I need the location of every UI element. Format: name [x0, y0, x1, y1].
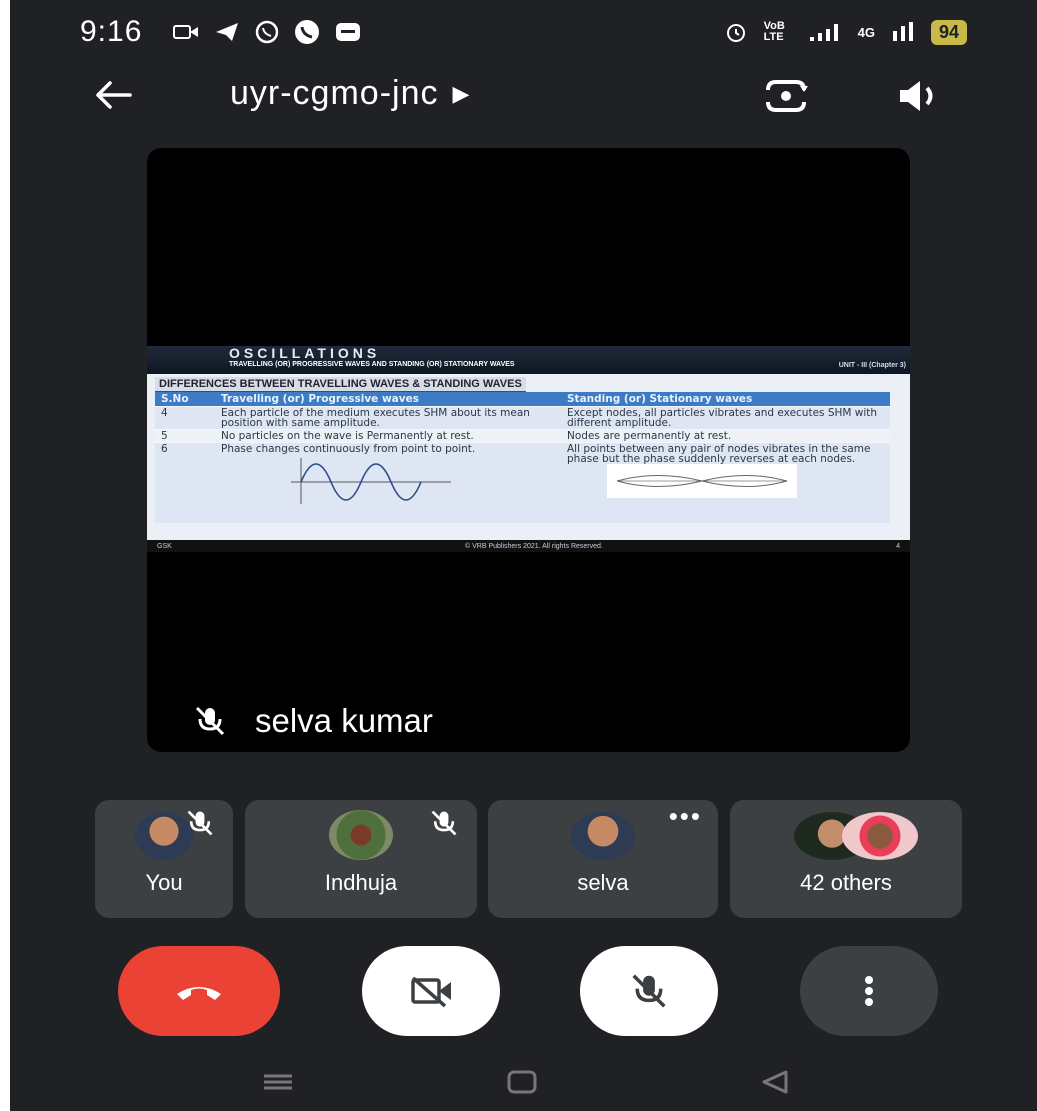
status-bar: 9:16 VoB LTE 4G 94 [10, 0, 1037, 64]
row-travelling: No particles on the wave is Permanently … [215, 429, 561, 443]
participant-tile-you[interactable]: You [95, 800, 233, 918]
table-row: 5 No particles on the wave is Permanentl… [155, 429, 890, 443]
back-arrow-icon[interactable] [88, 70, 138, 120]
slide-page-number: 4 [896, 542, 900, 550]
slide-header: OSCILLATIONS TRAVELLING (OR) PROGRESSIVE… [147, 346, 910, 374]
network-type: 4G [857, 24, 875, 40]
progressive-wave-diagram [291, 458, 451, 504]
signal-icon-2 [892, 22, 913, 41]
row-standing: Except nodes, all particles vibrates and… [561, 406, 890, 430]
stage-speaker-label: selva kumar [193, 702, 433, 740]
home-icon[interactable] [505, 1068, 539, 1096]
meet-call-screen: 9:16 VoB LTE 4G 94 uyr-cgmo-jnc ▶ OSCILL… [10, 0, 1037, 1111]
row-sno: 6 [155, 442, 215, 523]
table-header-row: S.No Travelling (or) Progressive waves S… [155, 392, 890, 407]
row-sno: 5 [155, 429, 215, 443]
avatar [842, 812, 918, 860]
differences-table: S.No Travelling (or) Progressive waves S… [155, 392, 890, 523]
meeting-code-button[interactable]: uyr-cgmo-jnc ▶ [230, 74, 470, 113]
telegram-icon [216, 23, 239, 41]
microphone-toggle-button[interactable] [580, 946, 718, 1036]
camera-toggle-button[interactable] [362, 946, 500, 1036]
alarm-icon [726, 24, 745, 42]
volte-indicator: VoB LTE [763, 20, 785, 43]
column-header: Travelling (or) Progressive waves [215, 392, 561, 407]
main-video-stage[interactable]: OSCILLATIONS TRAVELLING (OR) PROGRESSIVE… [147, 148, 910, 752]
column-header: S.No [155, 392, 215, 407]
participant-tile-others[interactable]: 42 others [730, 800, 962, 918]
system-nav-bar [10, 1050, 1037, 1111]
status-time: 9:16 [80, 15, 143, 48]
avatar [571, 812, 635, 860]
speaker-icon[interactable] [894, 74, 946, 118]
video-notification-icon [173, 25, 199, 39]
more-options-icon[interactable]: ••• [669, 803, 702, 829]
mic-off-icon [431, 810, 457, 836]
phone-call-icon [295, 20, 320, 44]
row-sno: 4 [155, 406, 215, 430]
avatar [329, 810, 393, 860]
row-travelling: Phase changes continuously from point to… [221, 443, 476, 455]
slide-footer-left: GSK [157, 542, 172, 550]
participant-tile-selva[interactable]: ••• selva [488, 800, 718, 918]
battery-indicator: 94 [930, 19, 967, 45]
shared-slide: OSCILLATIONS TRAVELLING (OR) PROGRESSIVE… [147, 346, 910, 552]
participant-tile-indhuja[interactable]: Indhuja [245, 800, 477, 918]
row-standing: All points between any pair of nodes vib… [567, 443, 871, 465]
slide-footer: GSK © VRB Publishers 2021. All rights Re… [147, 540, 910, 552]
call-header: uyr-cgmo-jnc ▶ [10, 60, 1037, 130]
mic-off-icon [632, 974, 666, 1008]
whatsapp-icon [256, 20, 279, 44]
recent-apps-icon[interactable] [260, 1070, 296, 1094]
participant-name: selva [577, 870, 629, 895]
participant-name: 42 others [800, 870, 892, 895]
slide-unit: UNIT - III (Chapter 3) [838, 362, 906, 369]
back-nav-icon[interactable] [758, 1068, 792, 1096]
meeting-code: uyr-cgmo-jnc [230, 74, 439, 112]
hang-up-icon [177, 987, 221, 1000]
more-options-button[interactable] [800, 946, 938, 1036]
switch-camera-icon[interactable] [760, 74, 812, 118]
row-travelling: Each particle of the medium executes SHM… [215, 406, 561, 430]
more-vert-icon [865, 976, 873, 1006]
row-standing: Nodes are permanently at rest. [561, 429, 890, 443]
slide-footer-center: © VRB Publishers 2021. All rights Reserv… [465, 542, 603, 550]
standing-wave-diagram [607, 464, 797, 498]
camera-off-icon [411, 976, 451, 1008]
participant-name: You [145, 870, 183, 895]
end-call-button[interactable] [118, 946, 280, 1036]
slide-heading: DIFFERENCES BETWEEN TRAVELLING WAVES & S… [155, 377, 526, 393]
table-row: 6 Phase changes continuously from point … [155, 442, 890, 523]
expand-triangle-icon: ▶ [452, 80, 471, 106]
mic-off-icon [187, 810, 213, 836]
message-icon [336, 23, 361, 41]
speaker-name: selva kumar [255, 702, 433, 739]
signal-icon [809, 24, 838, 41]
mic-off-icon [195, 706, 225, 736]
table-row: 4 Each particle of the medium executes S… [155, 406, 890, 430]
participant-name: Indhuja [324, 870, 398, 895]
column-header: Standing (or) Stationary waves [561, 392, 890, 407]
slide-chapter: OSCILLATIONS [229, 345, 381, 361]
avatar-group [776, 812, 918, 860]
slide-subtitle: TRAVELLING (OR) PROGRESSIVE WAVES AND ST… [229, 361, 515, 368]
